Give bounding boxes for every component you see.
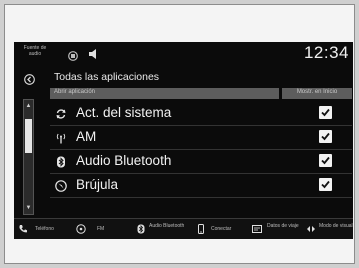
scrollbar-thumb[interactable] [25,119,32,153]
radio-antenna-icon [55,131,67,144]
shortcut-phone[interactable]: Teléfono [18,219,68,239]
compass-icon [55,179,67,192]
speaker-icon [88,47,100,59]
shortcut-connect[interactable]: Conectar [196,219,246,239]
shortcut-fm-label: FM [97,226,105,232]
show-on-home-checkbox[interactable] [319,106,332,119]
radio-icon [76,224,86,234]
list-item-act-sistema[interactable]: Act. del sistema [50,101,352,126]
column-header-show-home: Mostr. en Inicio [282,88,352,99]
list-item-label: AM [76,129,97,144]
list-item-label: Brújula [76,177,119,192]
back-icon[interactable] [24,72,35,85]
shortcut-display-mode-label: Modo de visual. [319,223,353,229]
mute-icon [68,48,78,61]
shortcut-bt-audio-label: Audio Bluetooth [149,223,185,229]
manual-figure-frame: Fuente de audio 12:34 Todas las aplicaci [4,4,355,264]
show-on-home-checkbox[interactable] [319,130,332,143]
audio-source-button[interactable]: Fuente de audio [20,45,50,57]
column-header-open-app: Abrir aplicación [50,88,279,99]
list-item-am[interactable]: AM [50,125,352,150]
shortcut-trip[interactable]: Datos de viaje [252,219,302,239]
column-header-open-app-label: Abrir aplicación [54,89,96,95]
shortcut-bar: Teléfono FM Audio Bluetooth Conectar Dat… [14,218,353,239]
scrollbar[interactable]: ▲ ▼ [23,99,34,215]
display-mode-icon [307,226,315,232]
show-on-home-checkbox[interactable] [319,178,332,191]
show-on-home-checkbox[interactable] [319,154,332,167]
column-header-show-home-label: Mostr. en Inicio [296,89,338,95]
status-bar: Fuente de audio 12:34 [14,42,353,64]
scroll-up-arrow-icon[interactable]: ▲ [24,100,33,112]
trip-info-icon [252,225,262,233]
list-item-brujula[interactable]: Brújula [50,173,352,198]
shortcut-display-mode[interactable]: Modo de visual. [306,219,353,239]
shortcut-trip-label: Datos de viaje [267,223,299,229]
bluetooth-icon [137,224,145,234]
list-item-audio-bluetooth[interactable]: Audio Bluetooth [50,149,352,174]
clock: 12:34 [303,43,349,62]
scroll-down-arrow-icon[interactable]: ▼ [24,202,33,214]
list-item-label: Act. del sistema [76,105,172,120]
infotainment-screen: Fuente de audio 12:34 Todas las aplicaci [14,42,353,239]
page-title: Todas las aplicaciones [54,71,160,83]
shortcut-bt-audio[interactable]: Audio Bluetooth [136,219,186,239]
bluetooth-icon [55,155,67,168]
phone-icon [19,225,27,233]
list-item-label: Audio Bluetooth [76,153,172,168]
refresh-icon [55,107,67,119]
shortcut-connect-label: Conectar [211,226,232,232]
shortcut-fm[interactable]: FM [76,219,116,239]
shortcut-phone-label: Teléfono [35,226,54,232]
smartphone-icon [198,224,204,234]
